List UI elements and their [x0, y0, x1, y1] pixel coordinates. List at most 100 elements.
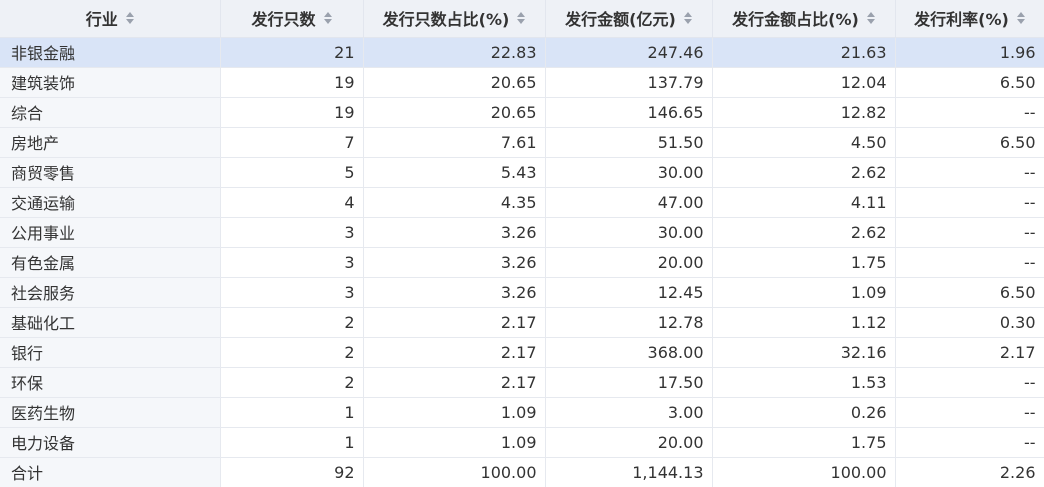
sort-icon[interactable]: [1016, 12, 1025, 25]
sort-descending-icon: [323, 19, 332, 25]
cell-industry: 建筑装饰: [0, 67, 221, 98]
cell-issue-count: 5: [220, 157, 364, 188]
cell-issue-rate: --: [895, 397, 1044, 428]
cell-issue-count: 3: [220, 217, 364, 248]
sort-ascending-icon: [683, 12, 692, 18]
table-row[interactable]: 非银金融 21 22.83 247.46 21.63 1.96: [0, 37, 1044, 68]
cell-issue-rate: 6.50: [895, 127, 1044, 158]
cell-issue-amount: 30.00: [545, 217, 713, 248]
column-header-content: 发行金额(亿元): [565, 6, 692, 30]
column-header-issue-count-share[interactable]: 发行只数占比(%): [363, 0, 546, 38]
column-header-label: 发行只数占比(%): [382, 10, 510, 30]
sort-ascending-icon: [125, 12, 134, 18]
cell-issue-rate: --: [895, 157, 1044, 188]
sort-ascending-icon: [866, 12, 875, 18]
cell-issue-count-share: 100.00: [363, 457, 546, 487]
cell-issue-count-share: 3.26: [363, 247, 546, 278]
table-body: 非银金融 21 22.83 247.46 21.63 1.96 建筑装饰 19 20.65 137…: [0, 37, 1044, 487]
cell-issue-count-share: 1.09: [363, 427, 546, 458]
cell-industry: 合计: [0, 457, 221, 487]
cell-issue-count-share: 2.17: [363, 367, 546, 398]
cell-issue-rate: --: [895, 367, 1044, 398]
column-header-content: 发行利率(%): [914, 6, 1025, 30]
cell-industry: 环保: [0, 367, 221, 398]
table-row[interactable]: 银行 2 2.17 368.00 32.16 2.17: [0, 337, 1044, 368]
cell-issue-rate: --: [895, 427, 1044, 458]
sort-descending-icon: [1016, 19, 1025, 25]
cell-issue-count-share: 2.17: [363, 337, 546, 368]
cell-issue-count-share: 1.09: [363, 397, 546, 428]
table-row[interactable]: 综合 19 20.65 146.65 12.82 --: [0, 97, 1044, 128]
table-row[interactable]: 基础化工 2 2.17 12.78 1.12 0.30: [0, 307, 1044, 338]
table-row[interactable]: 交通运输 4 4.35 47.00 4.11 --: [0, 187, 1044, 218]
cell-issue-amount-share: 4.11: [712, 187, 896, 218]
cell-issue-count-share: 7.61: [363, 127, 546, 158]
cell-issue-rate: --: [895, 97, 1044, 128]
cell-issue-count-share: 5.43: [363, 157, 546, 188]
sort-icon[interactable]: [866, 12, 875, 25]
sort-icon[interactable]: [125, 12, 134, 25]
sort-descending-icon: [866, 19, 875, 25]
table-row[interactable]: 环保 2 2.17 17.50 1.53 --: [0, 367, 1044, 398]
cell-issue-count-share: 20.65: [363, 67, 546, 98]
table-row[interactable]: 建筑装饰 19 20.65 137.79 12.04 6.50: [0, 67, 1044, 98]
cell-issue-amount: 47.00: [545, 187, 713, 218]
cell-issue-amount-share: 21.63: [712, 37, 896, 68]
cell-issue-amount: 17.50: [545, 367, 713, 398]
sort-icon[interactable]: [323, 12, 332, 25]
cell-issue-count-share: 22.83: [363, 37, 546, 68]
cell-issue-amount: 20.00: [545, 427, 713, 458]
cell-issue-count: 4: [220, 187, 364, 218]
sort-ascending-icon: [323, 12, 332, 18]
cell-issue-count: 92: [220, 457, 364, 487]
cell-issue-amount-share: 12.04: [712, 67, 896, 98]
cell-issue-amount: 137.79: [545, 67, 713, 98]
cell-issue-rate: --: [895, 217, 1044, 248]
table-row[interactable]: 房地产 7 7.61 51.50 4.50 6.50: [0, 127, 1044, 158]
cell-issue-amount-share: 2.62: [712, 157, 896, 188]
cell-issue-count: 1: [220, 397, 364, 428]
cell-industry: 社会服务: [0, 277, 221, 308]
column-header-issue-amount[interactable]: 发行金额(亿元): [545, 0, 713, 38]
cell-issue-amount-share: 0.26: [712, 397, 896, 428]
table-row[interactable]: 社会服务 3 3.26 12.45 1.09 6.50: [0, 277, 1044, 308]
cell-issue-amount: 12.78: [545, 307, 713, 338]
column-header-content: 发行只数占比(%): [383, 6, 526, 30]
column-header-label: 发行只数: [251, 10, 316, 30]
column-header-industry[interactable]: 行业: [0, 0, 221, 38]
cell-issue-count-share: 4.35: [363, 187, 546, 218]
cell-issue-amount-share: 1.75: [712, 427, 896, 458]
column-header-issue-count[interactable]: 发行只数: [220, 0, 364, 38]
cell-industry: 银行: [0, 337, 221, 368]
cell-issue-count: 19: [220, 67, 364, 98]
cell-industry: 医药生物: [0, 397, 221, 428]
cell-industry: 房地产: [0, 127, 221, 158]
total-row[interactable]: 合计 92 100.00 1,144.13 100.00 2.26: [0, 457, 1044, 487]
table-row[interactable]: 商贸零售 5 5.43 30.00 2.62 --: [0, 157, 1044, 188]
cell-issue-amount: 51.50: [545, 127, 713, 158]
sort-ascending-icon: [1016, 12, 1025, 18]
cell-issue-amount: 30.00: [545, 157, 713, 188]
column-header-issue-rate[interactable]: 发行利率(%): [895, 0, 1044, 38]
header-row: 行业 发行只数 发行只数占比(%) 发行金额(亿元) 发行金额占比(%) 发行利率(%): [0, 0, 1044, 38]
cell-issue-amount-share: 100.00: [712, 457, 896, 487]
sort-icon[interactable]: [683, 12, 692, 25]
cell-issue-count-share: 3.26: [363, 217, 546, 248]
cell-issue-amount-share: 1.09: [712, 277, 896, 308]
cell-issue-amount: 146.65: [545, 97, 713, 128]
table-row[interactable]: 电力设备 1 1.09 20.00 1.75 --: [0, 427, 1044, 458]
cell-issue-amount-share: 1.75: [712, 247, 896, 278]
table-row[interactable]: 公用事业 3 3.26 30.00 2.62 --: [0, 217, 1044, 248]
cell-issue-amount: 3.00: [545, 397, 713, 428]
table-header: 行业 发行只数 发行只数占比(%) 发行金额(亿元) 发行金额占比(%) 发行利率(%): [0, 0, 1044, 38]
table-row[interactable]: 医药生物 1 1.09 3.00 0.26 --: [0, 397, 1044, 428]
cell-issue-count: 7: [220, 127, 364, 158]
sort-ascending-icon: [517, 12, 526, 18]
cell-issue-count: 19: [220, 97, 364, 128]
cell-issue-count: 3: [220, 277, 364, 308]
sort-icon[interactable]: [517, 12, 526, 25]
cell-issue-amount: 247.46: [545, 37, 713, 68]
column-header-issue-amount-share[interactable]: 发行金额占比(%): [712, 0, 896, 38]
cell-industry: 有色金属: [0, 247, 221, 278]
table-row[interactable]: 有色金属 3 3.26 20.00 1.75 --: [0, 247, 1044, 278]
